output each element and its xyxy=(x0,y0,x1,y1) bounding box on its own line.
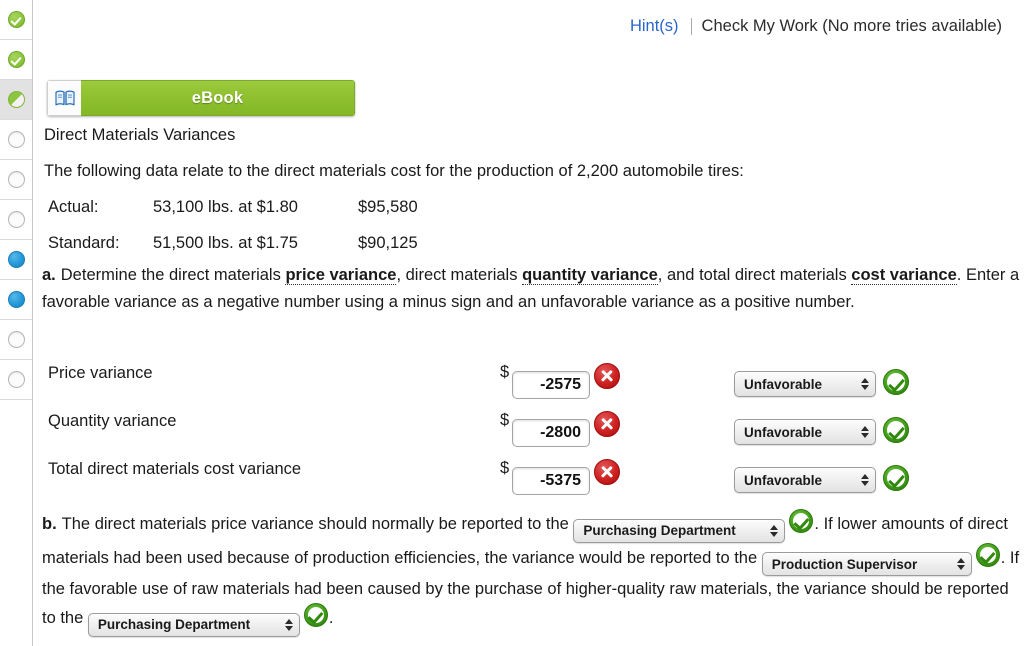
price-variance-select[interactable]: Unfavorable xyxy=(734,371,876,397)
incorrect-icon xyxy=(594,411,620,437)
data-row-amount: $90,125 xyxy=(358,234,418,252)
question-b-text-1: The direct materials price variance shou… xyxy=(61,515,574,533)
data-row-amount: $95,580 xyxy=(358,198,418,216)
quantity-variance-select[interactable]: Unfavorable xyxy=(734,419,876,445)
answer-row-total-cost-variance: Total direct materials cost variance $ U… xyxy=(34,453,1024,497)
ebook-label: eBook xyxy=(81,80,355,116)
question-a-text-3: , and total direct materials xyxy=(657,266,852,284)
check-my-work-label: Check My Work (No more tries available) xyxy=(701,17,1002,35)
question-a-letter: a. xyxy=(42,266,56,284)
hints-link[interactable]: Hint(s) xyxy=(630,17,679,36)
select-value: Production Supervisor xyxy=(771,556,918,572)
department-select-1[interactable]: Purchasing Department xyxy=(573,518,786,543)
quantity-variance-input[interactable] xyxy=(512,419,590,447)
select-value: Unfavorable xyxy=(744,376,823,392)
updown-arrows-icon xyxy=(770,524,779,537)
status-green-check-icon xyxy=(7,11,25,28)
question-b-letter: b. xyxy=(42,515,57,533)
question-a-text: a. Determine the direct materials price v… xyxy=(42,262,1020,316)
data-row-label: Standard: xyxy=(48,234,120,252)
rail-item-8[interactable] xyxy=(0,280,32,320)
intro-text: The following data relate to the direct … xyxy=(44,162,744,180)
answer-label: Quantity variance xyxy=(48,412,177,430)
data-row-quantity: 53,100 lbs. at $1.80 xyxy=(153,198,298,216)
book-icon xyxy=(47,80,81,116)
question-a-text-1: Determine the direct materials xyxy=(60,266,286,284)
rail-item-5[interactable] xyxy=(0,160,32,200)
select-value: Unfavorable xyxy=(744,472,823,488)
topbar-divider xyxy=(690,18,692,35)
correct-icon xyxy=(975,542,1000,567)
currency-symbol: $ xyxy=(500,411,510,429)
status-green-check-icon xyxy=(7,51,25,68)
status-empty-icon xyxy=(7,171,25,188)
rail-item-3-current[interactable] xyxy=(0,80,32,120)
updown-arrows-icon xyxy=(861,474,869,486)
status-empty-icon xyxy=(7,131,25,148)
rail-item-10[interactable] xyxy=(0,360,32,400)
section-heading: Direct Materials Variances xyxy=(44,126,236,144)
question-a-text-2: , direct materials xyxy=(396,266,523,284)
incorrect-icon xyxy=(594,363,620,389)
glossary-term-cost-variance[interactable]: cost variance xyxy=(851,266,957,285)
department-select-2[interactable]: Production Supervisor xyxy=(761,552,972,576)
answer-row-price-variance: Price variance $ Unfavorable xyxy=(34,357,1024,401)
question-b-text-4: . xyxy=(328,609,334,627)
updown-arrows-icon xyxy=(861,426,869,438)
answer-label: Price variance xyxy=(48,364,153,382)
correct-icon xyxy=(789,509,814,533)
rail-item-2[interactable] xyxy=(0,40,32,80)
select-value: Purchasing Department xyxy=(97,617,251,632)
answer-row-quantity-variance: Quantity variance $ Unfavorable xyxy=(34,405,1024,449)
status-empty-icon xyxy=(7,371,25,388)
rail-item-4[interactable] xyxy=(0,120,32,160)
question-status-rail xyxy=(0,0,33,646)
status-blue-icon xyxy=(7,251,25,268)
updown-arrows-icon xyxy=(861,378,869,390)
status-empty-icon xyxy=(7,331,25,348)
rail-item-9[interactable] xyxy=(0,320,32,360)
updown-arrows-icon xyxy=(956,558,965,570)
rail-item-1[interactable] xyxy=(0,0,32,40)
currency-symbol: $ xyxy=(500,459,510,477)
total-cost-variance-input[interactable] xyxy=(512,467,590,495)
correct-icon xyxy=(303,603,328,627)
topbar: Hint(s) Check My Work (No more tries ava… xyxy=(630,17,1002,36)
data-row-label: Actual: xyxy=(48,198,99,216)
select-value: Purchasing Department xyxy=(583,523,736,538)
data-row-quantity: 51,500 lbs. at $1.75 xyxy=(153,234,298,252)
rail-item-6[interactable] xyxy=(0,200,32,240)
question-b-text: b. The direct materials price variance sh… xyxy=(42,509,1024,637)
ebook-button[interactable]: eBook xyxy=(47,80,355,116)
select-value: Unfavorable xyxy=(744,424,823,440)
correct-icon xyxy=(883,369,909,395)
correct-icon xyxy=(883,417,909,443)
updown-arrows-icon xyxy=(284,618,293,631)
glossary-term-price-variance[interactable]: price variance xyxy=(285,266,397,285)
status-green-half-icon xyxy=(7,91,25,108)
status-empty-icon xyxy=(7,211,25,228)
currency-symbol: $ xyxy=(500,363,510,381)
status-blue-icon xyxy=(7,291,25,308)
glossary-term-quantity-variance[interactable]: quantity variance xyxy=(522,266,658,285)
rail-item-7[interactable] xyxy=(0,240,32,280)
department-select-3[interactable]: Purchasing Department xyxy=(87,612,300,637)
incorrect-icon xyxy=(594,459,620,485)
price-variance-input[interactable] xyxy=(512,371,590,399)
question-content: Hint(s) Check My Work (No more tries ava… xyxy=(34,0,1024,646)
total-cost-variance-select[interactable]: Unfavorable xyxy=(734,467,876,493)
correct-icon xyxy=(883,465,909,491)
answer-label: Total direct materials cost variance xyxy=(48,460,302,478)
